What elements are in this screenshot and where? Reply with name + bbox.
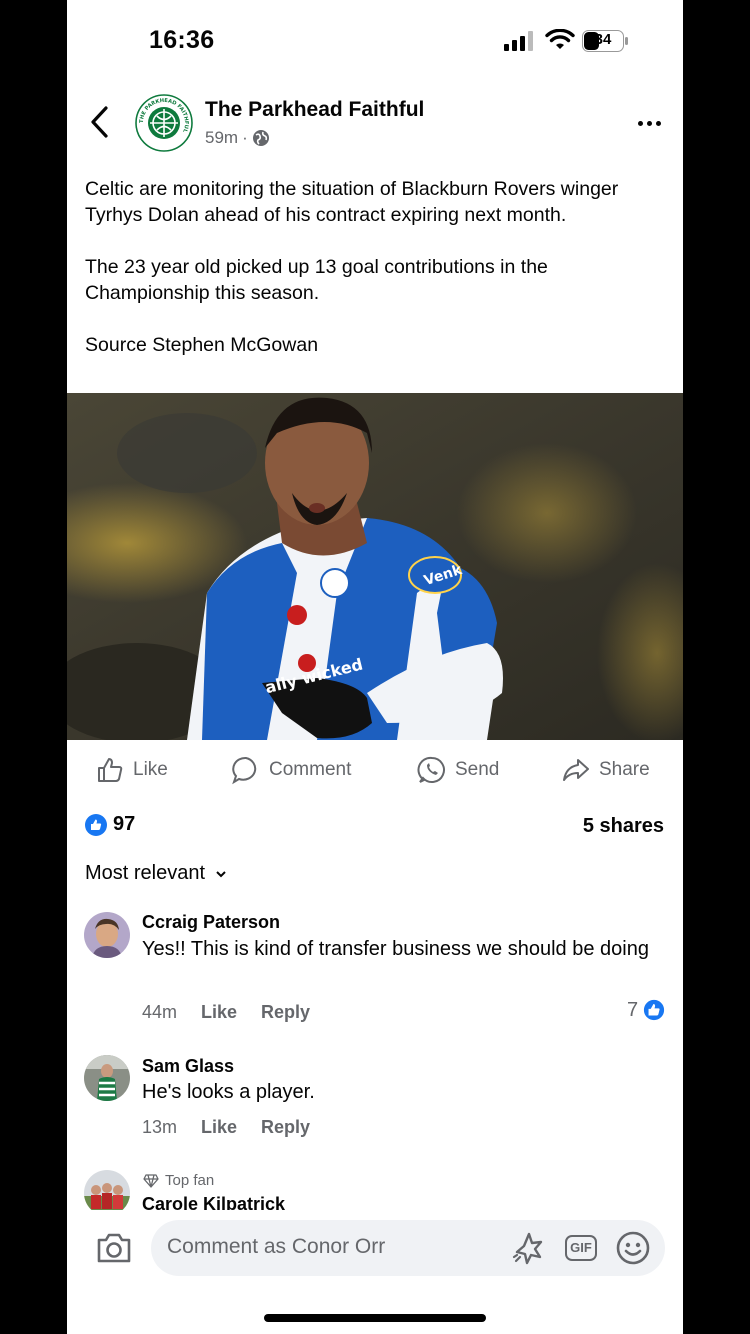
avatar-photo [84,912,130,958]
comment-text: He's looks a player. [142,1081,315,1103]
screen: 16:36 34 THE PARKHEAD FAITHFUL The Parkh… [67,0,683,1334]
whatsapp-icon [417,756,445,783]
camera-icon[interactable] [95,1230,133,1266]
comment-like-count[interactable]: 7 [627,998,666,1022]
share-count[interactable]: 5 shares [583,815,664,838]
send-button[interactable]: Send [417,748,499,792]
reaction-count: 97 [113,813,136,835]
comment-like-button[interactable]: Like [201,1002,237,1023]
meta-separator: · [242,128,248,147]
like-label: Like [133,759,168,780]
page-name[interactable]: The Parkhead Faithful [205,98,424,122]
reaction-summary[interactable]: 97 [85,813,135,836]
comment-reply-button[interactable]: Reply [261,1002,310,1023]
gif-button[interactable]: GIF [563,1230,599,1266]
sort-label: Most relevant [85,862,206,884]
comment-sort-dropdown[interactable]: Most relevant [85,862,227,885]
comment-input-placeholder: Comment as Conor Orr [167,1235,386,1258]
post-body: Celtic are monitoring the situation of B… [85,176,665,384]
gif-label: GIF [565,1235,597,1261]
more-options-button[interactable] [633,108,665,138]
more-dot-icon [655,120,661,126]
post-meta: 59m · [205,128,270,148]
emoji-icon[interactable] [615,1230,651,1266]
battery-indicator: 34 [582,30,630,52]
comment-time: 44m [142,1002,178,1022]
share-button[interactable]: Share [561,748,650,792]
comment-like-button[interactable]: Like [201,1117,237,1138]
battery-percent: 34 [594,31,612,48]
comment-actions: 44m Like Reply [142,1002,310,1023]
commenter-name[interactable]: Sam Glass [142,1056,234,1077]
commenter-name[interactable]: Ccraig Paterson [142,912,280,933]
top-fan-badge: Top fan [143,1172,214,1189]
share-arrow-icon [563,759,589,781]
cellular-signal-icon [504,31,533,51]
comment-actions: 13m Like Reply [142,1117,310,1138]
send-label: Send [455,759,500,780]
post-time: 59m [205,128,239,147]
home-indicator [264,1314,486,1322]
comment-reply-button[interactable]: Reply [261,1117,310,1138]
post-paragraph: Source Stephen McGowan [85,334,319,356]
post-photo[interactable]: Venk ally wicked [67,393,683,740]
comment-label: Comment [269,759,352,780]
post-paragraph: The 23 year old picked up 13 goal contri… [85,256,548,304]
like-button[interactable]: Like [95,748,168,792]
chevron-down-icon [216,870,226,877]
comment-text: Yes!! This is kind of transfer business … [142,938,649,960]
globe-icon [252,130,269,146]
avatar-photo [84,1055,130,1101]
page-avatar-logo[interactable]: THE PARKHEAD FAITHFUL [135,94,193,152]
comment-bubble-icon [232,756,257,785]
more-dot-icon [646,120,652,126]
wifi-icon [545,29,575,49]
diamond-icon [143,1173,159,1188]
more-dot-icon [637,120,643,126]
back-arrow-icon[interactable] [87,104,113,140]
like-reaction-icon [85,813,107,836]
comment-time: 13m [142,1117,178,1137]
status-time: 16:36 [149,26,215,54]
like-reaction-icon [642,998,666,1022]
thumbs-up-icon [98,758,123,782]
share-label: Share [599,759,650,780]
comment-like-number: 7 [627,998,639,1021]
avatar-sticker-icon[interactable] [511,1230,547,1266]
commenter-avatar[interactable] [84,1055,130,1101]
comment-button[interactable]: Comment [231,748,351,792]
post-paragraph: Celtic are monitoring the situation of B… [85,178,619,226]
commenter-avatar[interactable] [84,912,130,958]
post-actions: Like Comment Send Share [67,748,683,792]
top-fan-label: Top fan [165,1172,215,1189]
